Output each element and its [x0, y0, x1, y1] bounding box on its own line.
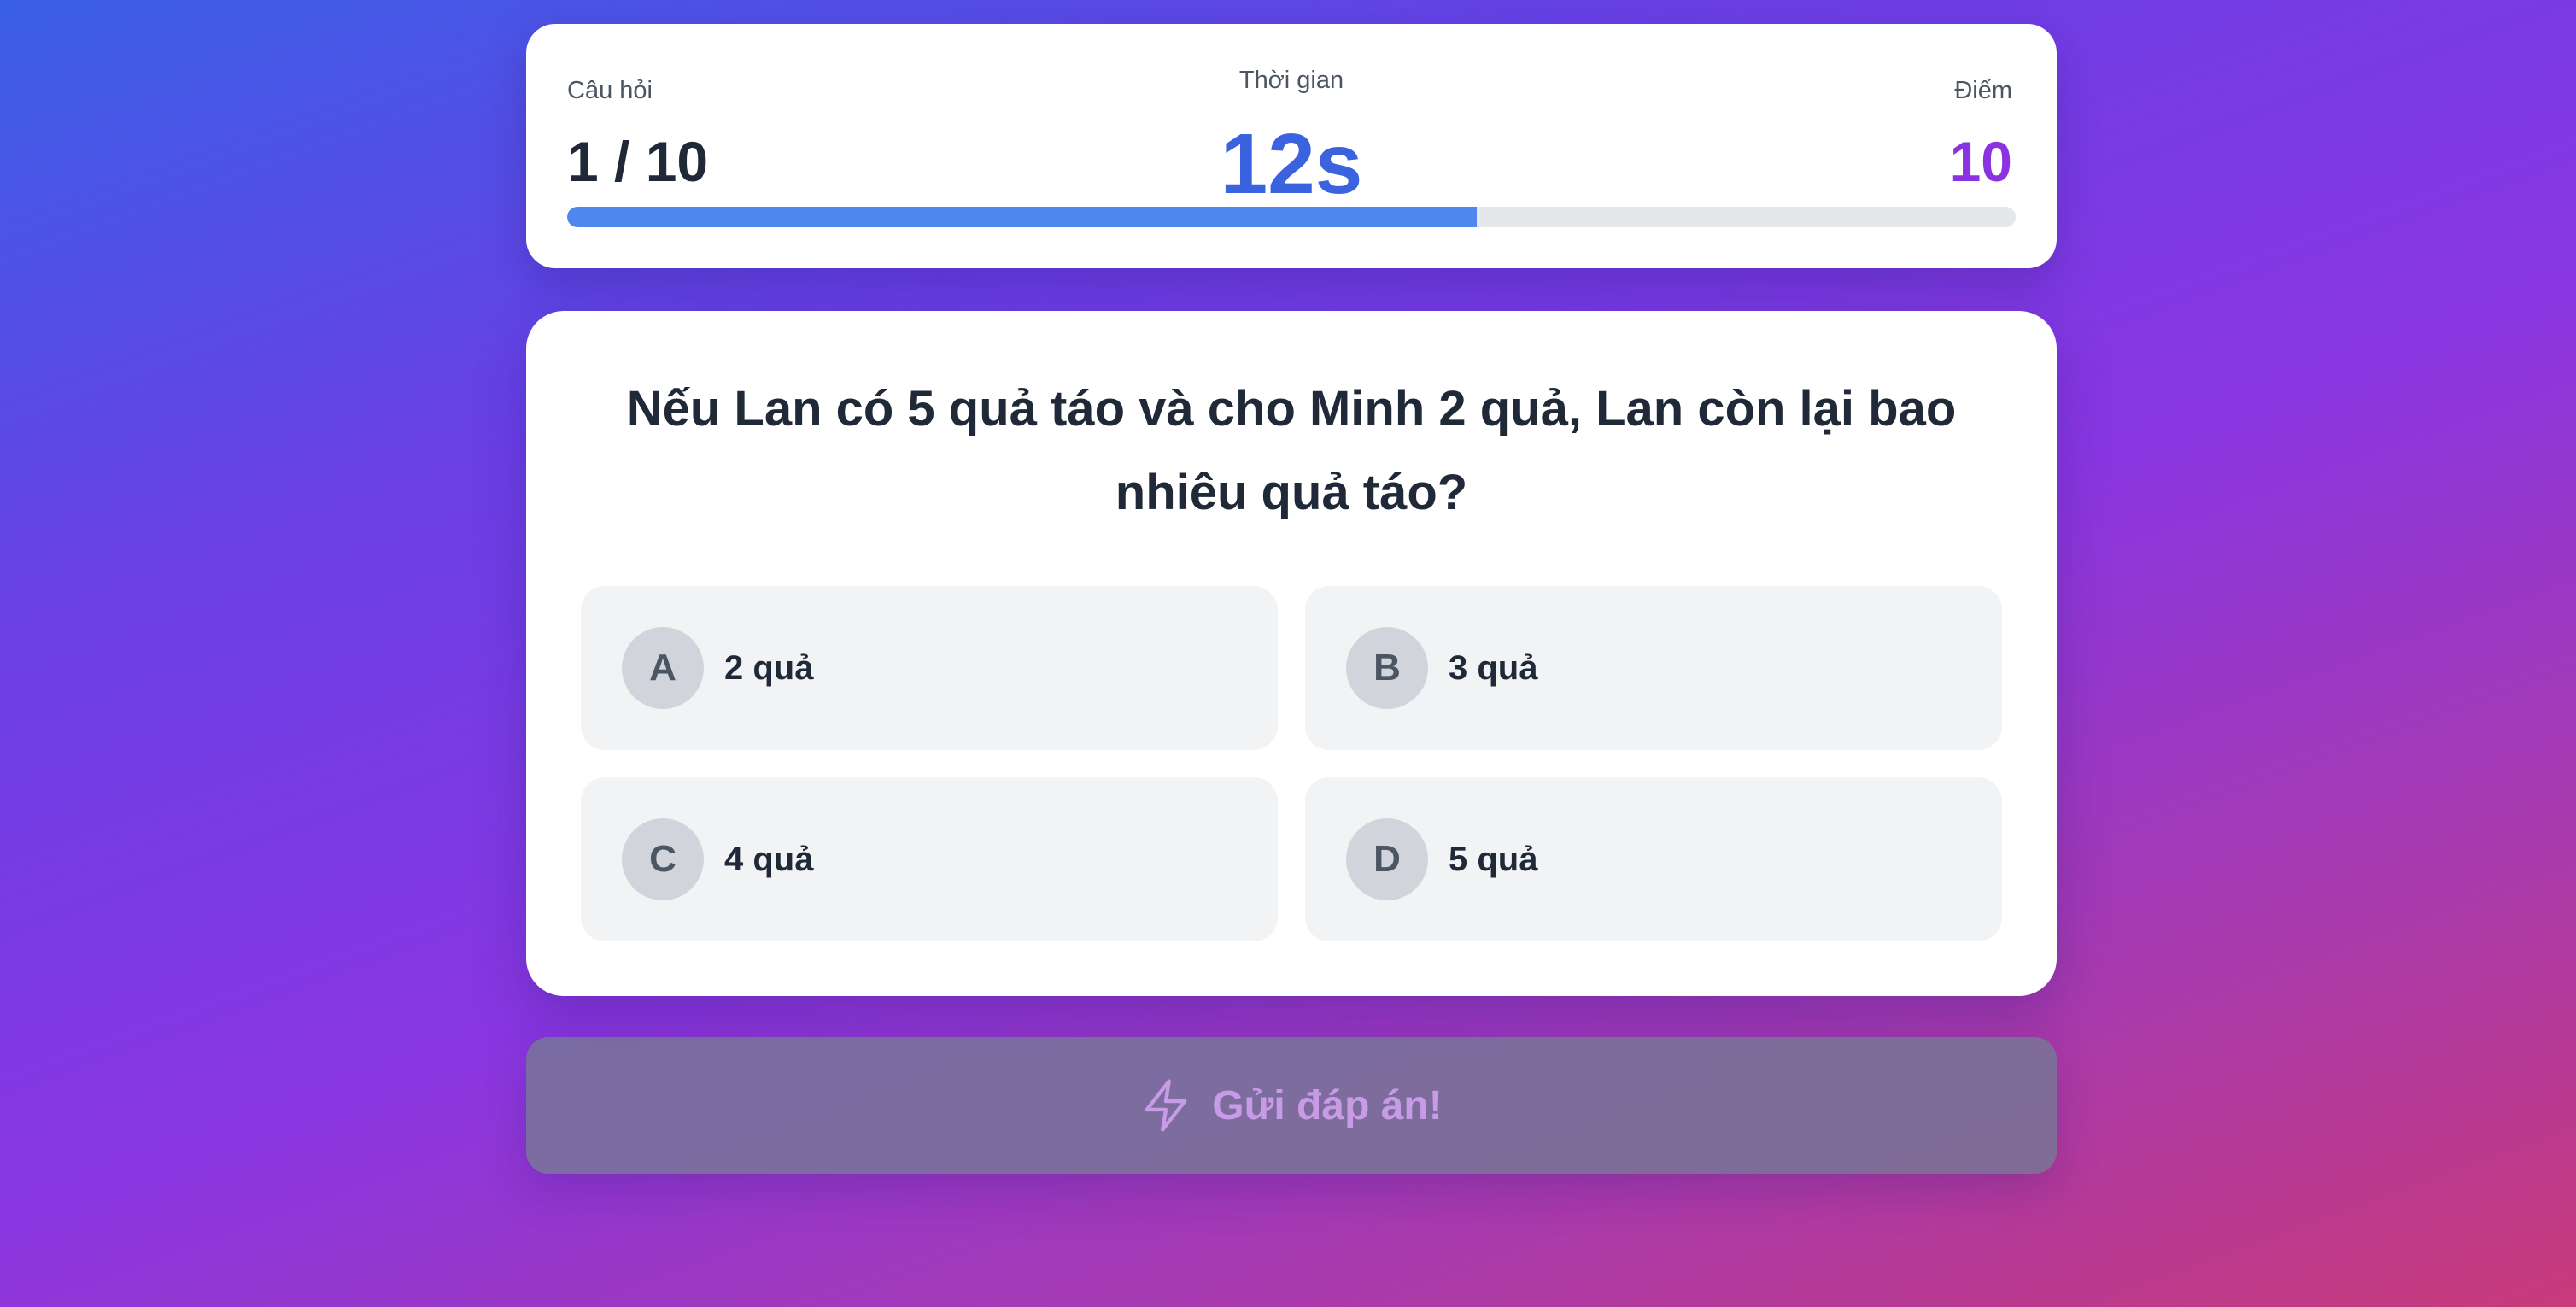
- timer-value: 12s: [1220, 116, 1363, 212]
- option-letter-badge: D: [1346, 818, 1428, 900]
- answer-option-a[interactable]: A 2 quả: [581, 586, 1278, 750]
- submit-answer-button[interactable]: Gửi đáp án!: [526, 1037, 2057, 1174]
- stats-card: Câu hỏi 1 / 10 Thời gian 12s Điểm 10: [526, 24, 2057, 268]
- option-label: 2 quả: [724, 649, 814, 687]
- answer-option-d[interactable]: D 5 quả: [1305, 777, 2002, 941]
- question-card: Nếu Lan có 5 quả táo và cho Minh 2 quả, …: [526, 311, 2057, 996]
- option-label: 4 quả: [724, 841, 814, 878]
- bolt-icon: [1145, 1079, 1187, 1132]
- question-text: Nếu Lan có 5 quả táo và cho Minh 2 quả, …: [626, 381, 1957, 520]
- option-label: 5 quả: [1449, 841, 1538, 878]
- option-letter-badge: B: [1346, 627, 1428, 709]
- timer-progress-fill: [567, 207, 1478, 227]
- timer-progress-bar: [567, 207, 2016, 227]
- option-letter-badge: A: [622, 627, 704, 709]
- submit-label: Gửi đáp án!: [1212, 1082, 1443, 1128]
- score-label: Điểm: [1954, 77, 2012, 104]
- timer-label: Thời gian: [1238, 67, 1344, 94]
- answer-option-c[interactable]: C 4 quả: [581, 777, 1278, 941]
- option-letter-badge: C: [622, 818, 704, 900]
- option-label: 3 quả: [1449, 649, 1538, 687]
- score-value: 10: [1949, 130, 2012, 193]
- answer-option-b[interactable]: B 3 quả: [1305, 586, 2002, 750]
